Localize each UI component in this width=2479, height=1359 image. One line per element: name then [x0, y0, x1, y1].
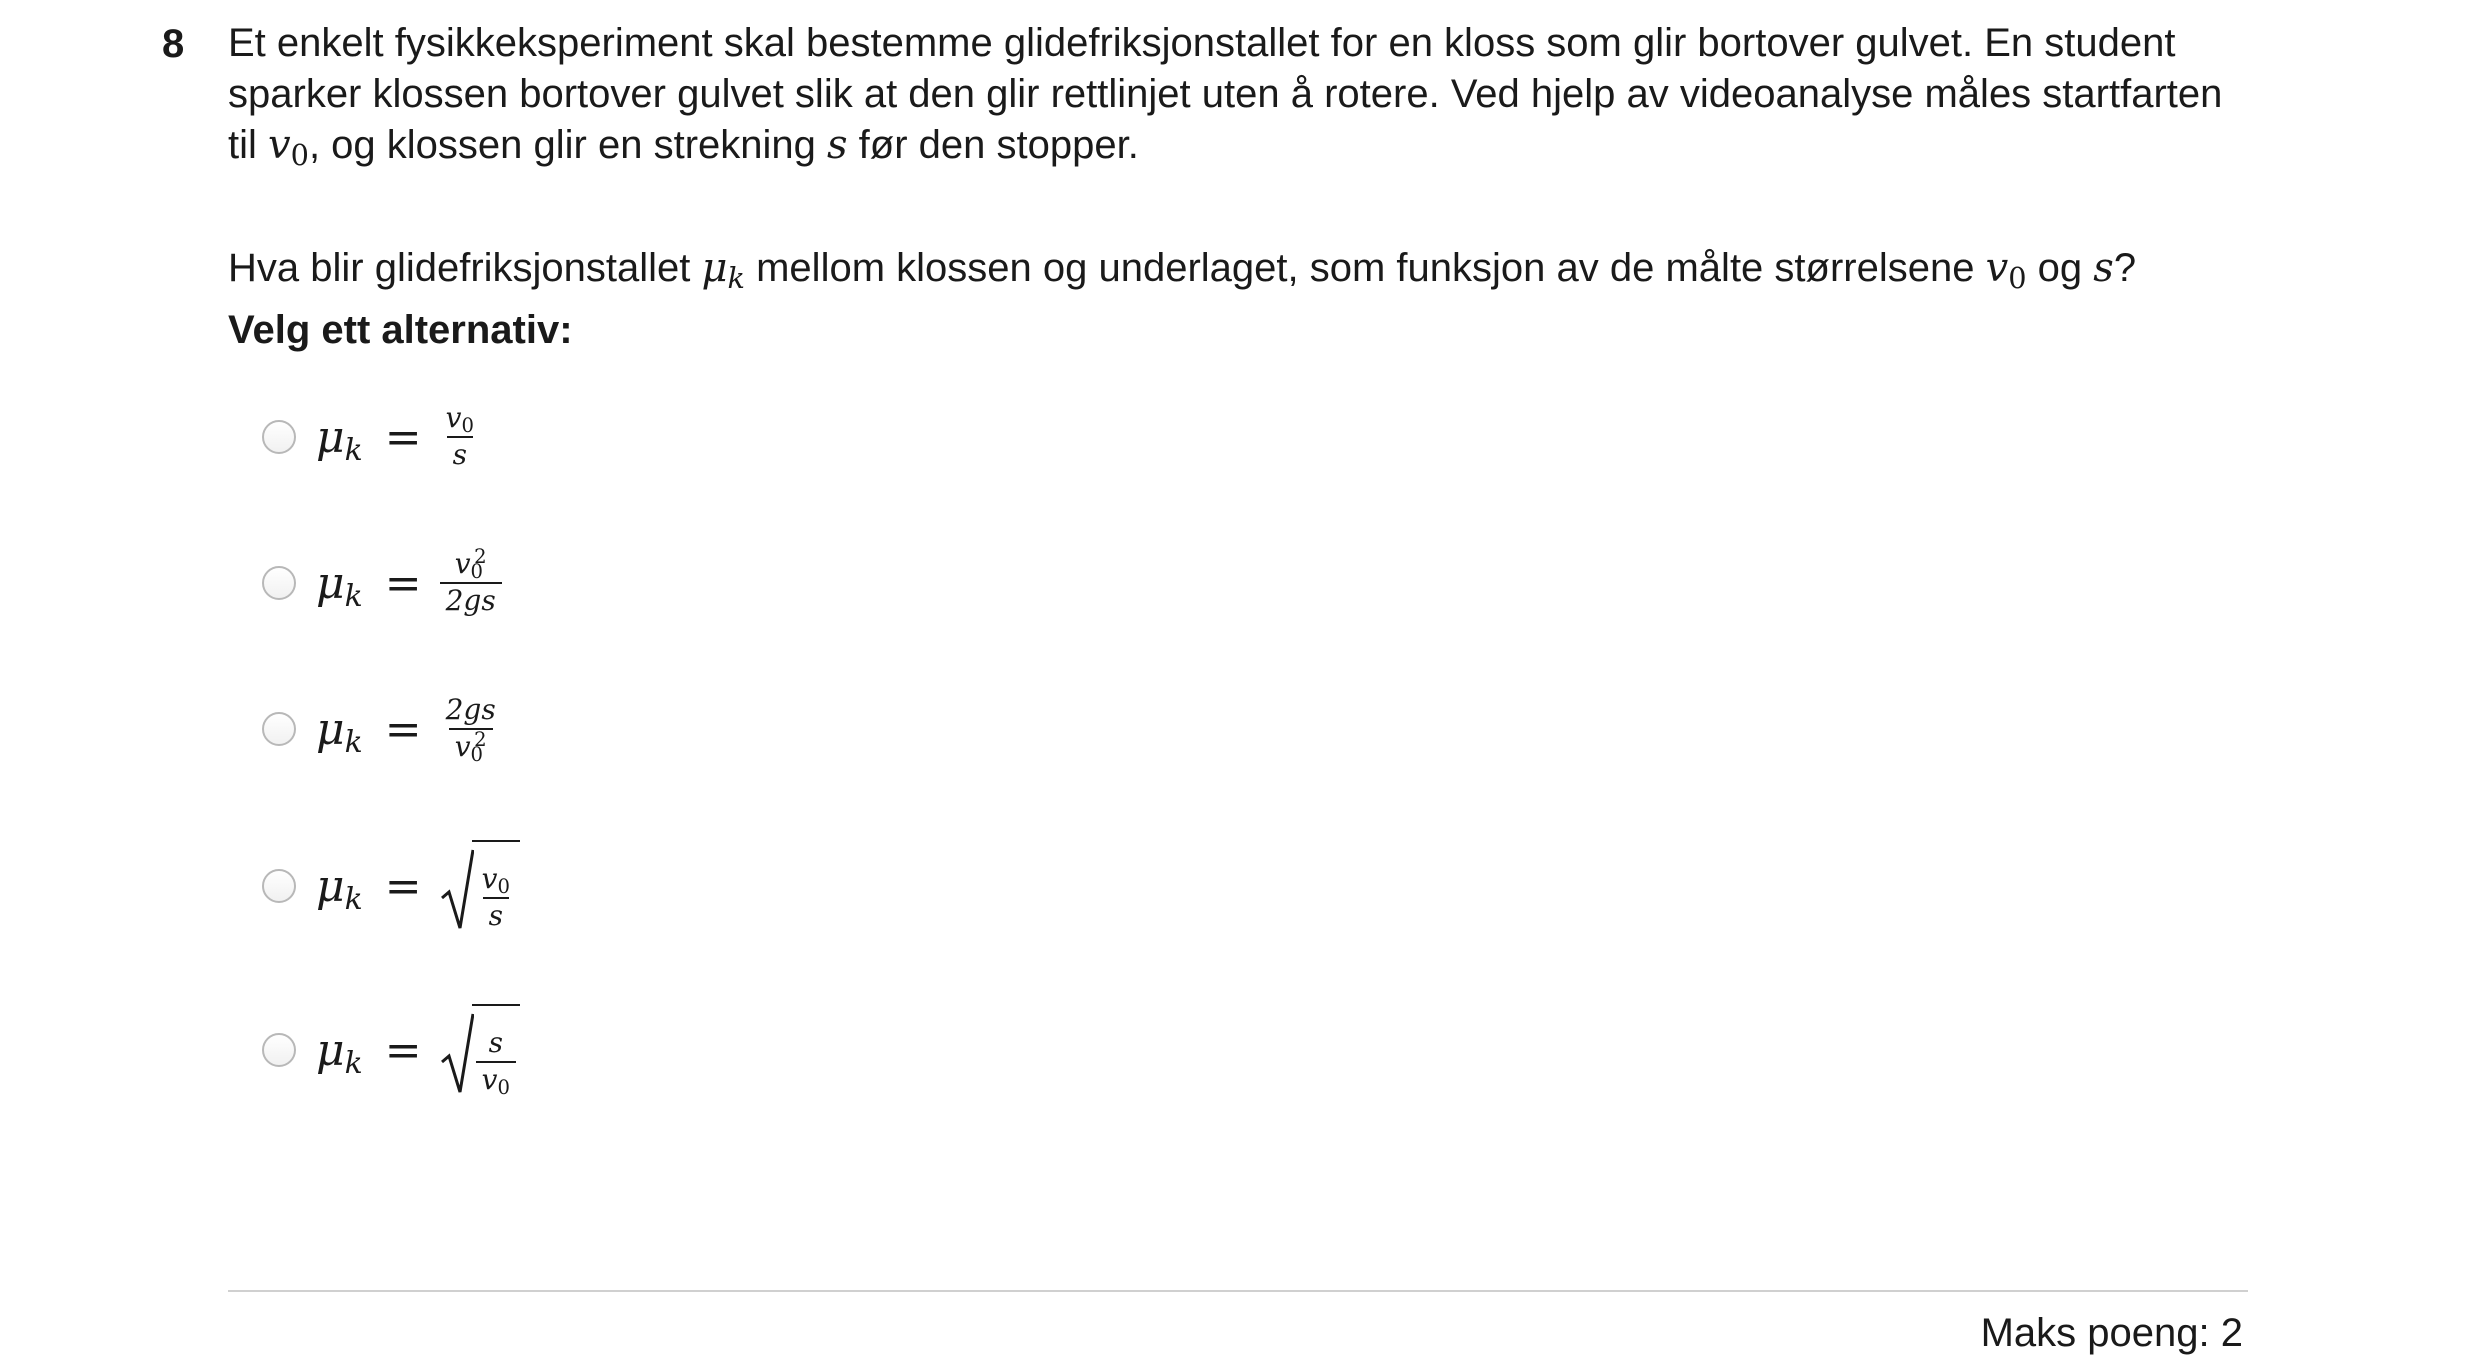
fraction: v02 2gs	[439, 546, 502, 617]
radical-sign-icon	[440, 1013, 474, 1093]
divider	[228, 1290, 2248, 1292]
max-points: Maks poeng: 2	[1980, 1311, 2243, 1355]
answer-option-3[interactable]: μk = 2gs v02	[262, 680, 520, 778]
question-text: Et enkelt fysikkeksperiment skal bestemm…	[228, 18, 2248, 174]
option-formula: μk = 2gs v02	[316, 693, 502, 766]
fraction: 2gs v02	[445, 693, 496, 766]
radio-button[interactable]	[262, 420, 296, 454]
option-formula: μk = v02 2gs	[316, 546, 502, 617]
radio-button[interactable]	[262, 1033, 296, 1067]
instruction: Velg ett alternativ:	[228, 308, 573, 352]
option-formula: μk = v0 s	[316, 840, 520, 932]
symbol-v0: v0	[268, 122, 309, 173]
symbol-v0: v0	[1985, 245, 2027, 296]
question-prompt: Hva blir glidefriksjonstallet μk mellom …	[228, 243, 2248, 297]
radio-button[interactable]	[262, 566, 296, 600]
fraction: v0 s	[445, 401, 474, 471]
symbol-s: s	[2093, 245, 2114, 291]
option-formula: μk = v0 s	[316, 401, 480, 471]
question-number: 8	[162, 22, 185, 66]
answer-option-1[interactable]: μk = v0 s	[262, 392, 520, 482]
radio-button[interactable]	[262, 869, 296, 903]
answer-option-4[interactable]: μk = v0 s	[262, 836, 520, 936]
fraction: s v0	[475, 1027, 516, 1098]
answer-options: μk = v0 s μk = v02 2gs μk = 2gs v02 μk =…	[262, 392, 520, 1100]
question-text-part: , og klossen glir en strekning	[308, 123, 816, 167]
prompt-text-part: ?	[2113, 246, 2137, 290]
option-formula: μk = s v0	[316, 1004, 520, 1098]
radical-sign-icon	[440, 849, 474, 929]
prompt-text-part: mellom klossen og underlaget, som funksj…	[756, 246, 1975, 290]
square-root: v0 s	[440, 840, 520, 932]
answer-option-2[interactable]: μk = v02 2gs	[262, 534, 520, 632]
fraction: v0 s	[481, 862, 510, 932]
prompt-text-part: Hva blir glidefriksjonstallet	[228, 246, 691, 290]
radio-button[interactable]	[262, 712, 296, 746]
symbol-s: s	[827, 122, 848, 168]
question-body: Et enkelt fysikkeksperiment skal bestemm…	[228, 18, 2248, 356]
prompt-text-part: og	[2037, 246, 2083, 290]
answer-option-5[interactable]: μk = s v0	[262, 1000, 520, 1100]
square-root: s v0	[440, 1004, 520, 1098]
question-text-part: før den stopper.	[858, 123, 1139, 167]
symbol-mu-k: μk	[701, 245, 745, 296]
